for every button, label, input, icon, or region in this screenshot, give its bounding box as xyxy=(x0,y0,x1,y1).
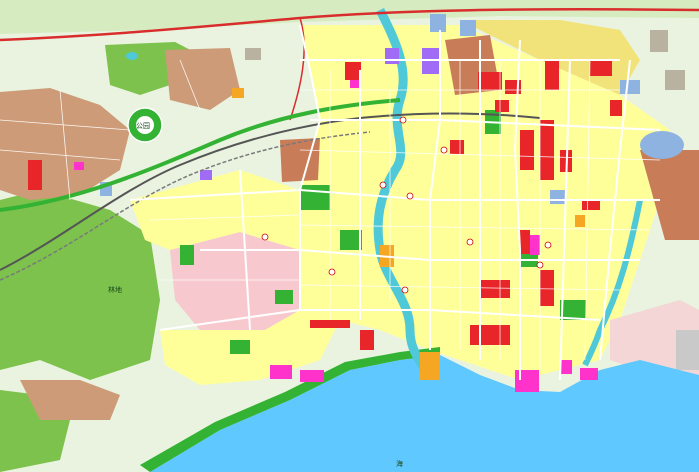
lake-north-east xyxy=(640,131,684,159)
green-space-1 xyxy=(300,185,330,210)
green-space-5 xyxy=(275,290,293,304)
place-label-park: 公园 xyxy=(136,122,150,130)
map-canvas[interactable]: 公园 林地 海 xyxy=(0,0,699,472)
pond-north-west xyxy=(126,52,138,60)
green-space-6 xyxy=(230,340,250,354)
place-label-forest: 林地 xyxy=(108,285,122,294)
land-use-map[interactable]: 公园 林地 海 xyxy=(0,0,699,472)
port-structure-east xyxy=(676,330,699,370)
place-label-sea: 海 xyxy=(396,459,403,468)
green-space-3 xyxy=(180,245,194,265)
green-space-2 xyxy=(340,230,362,250)
